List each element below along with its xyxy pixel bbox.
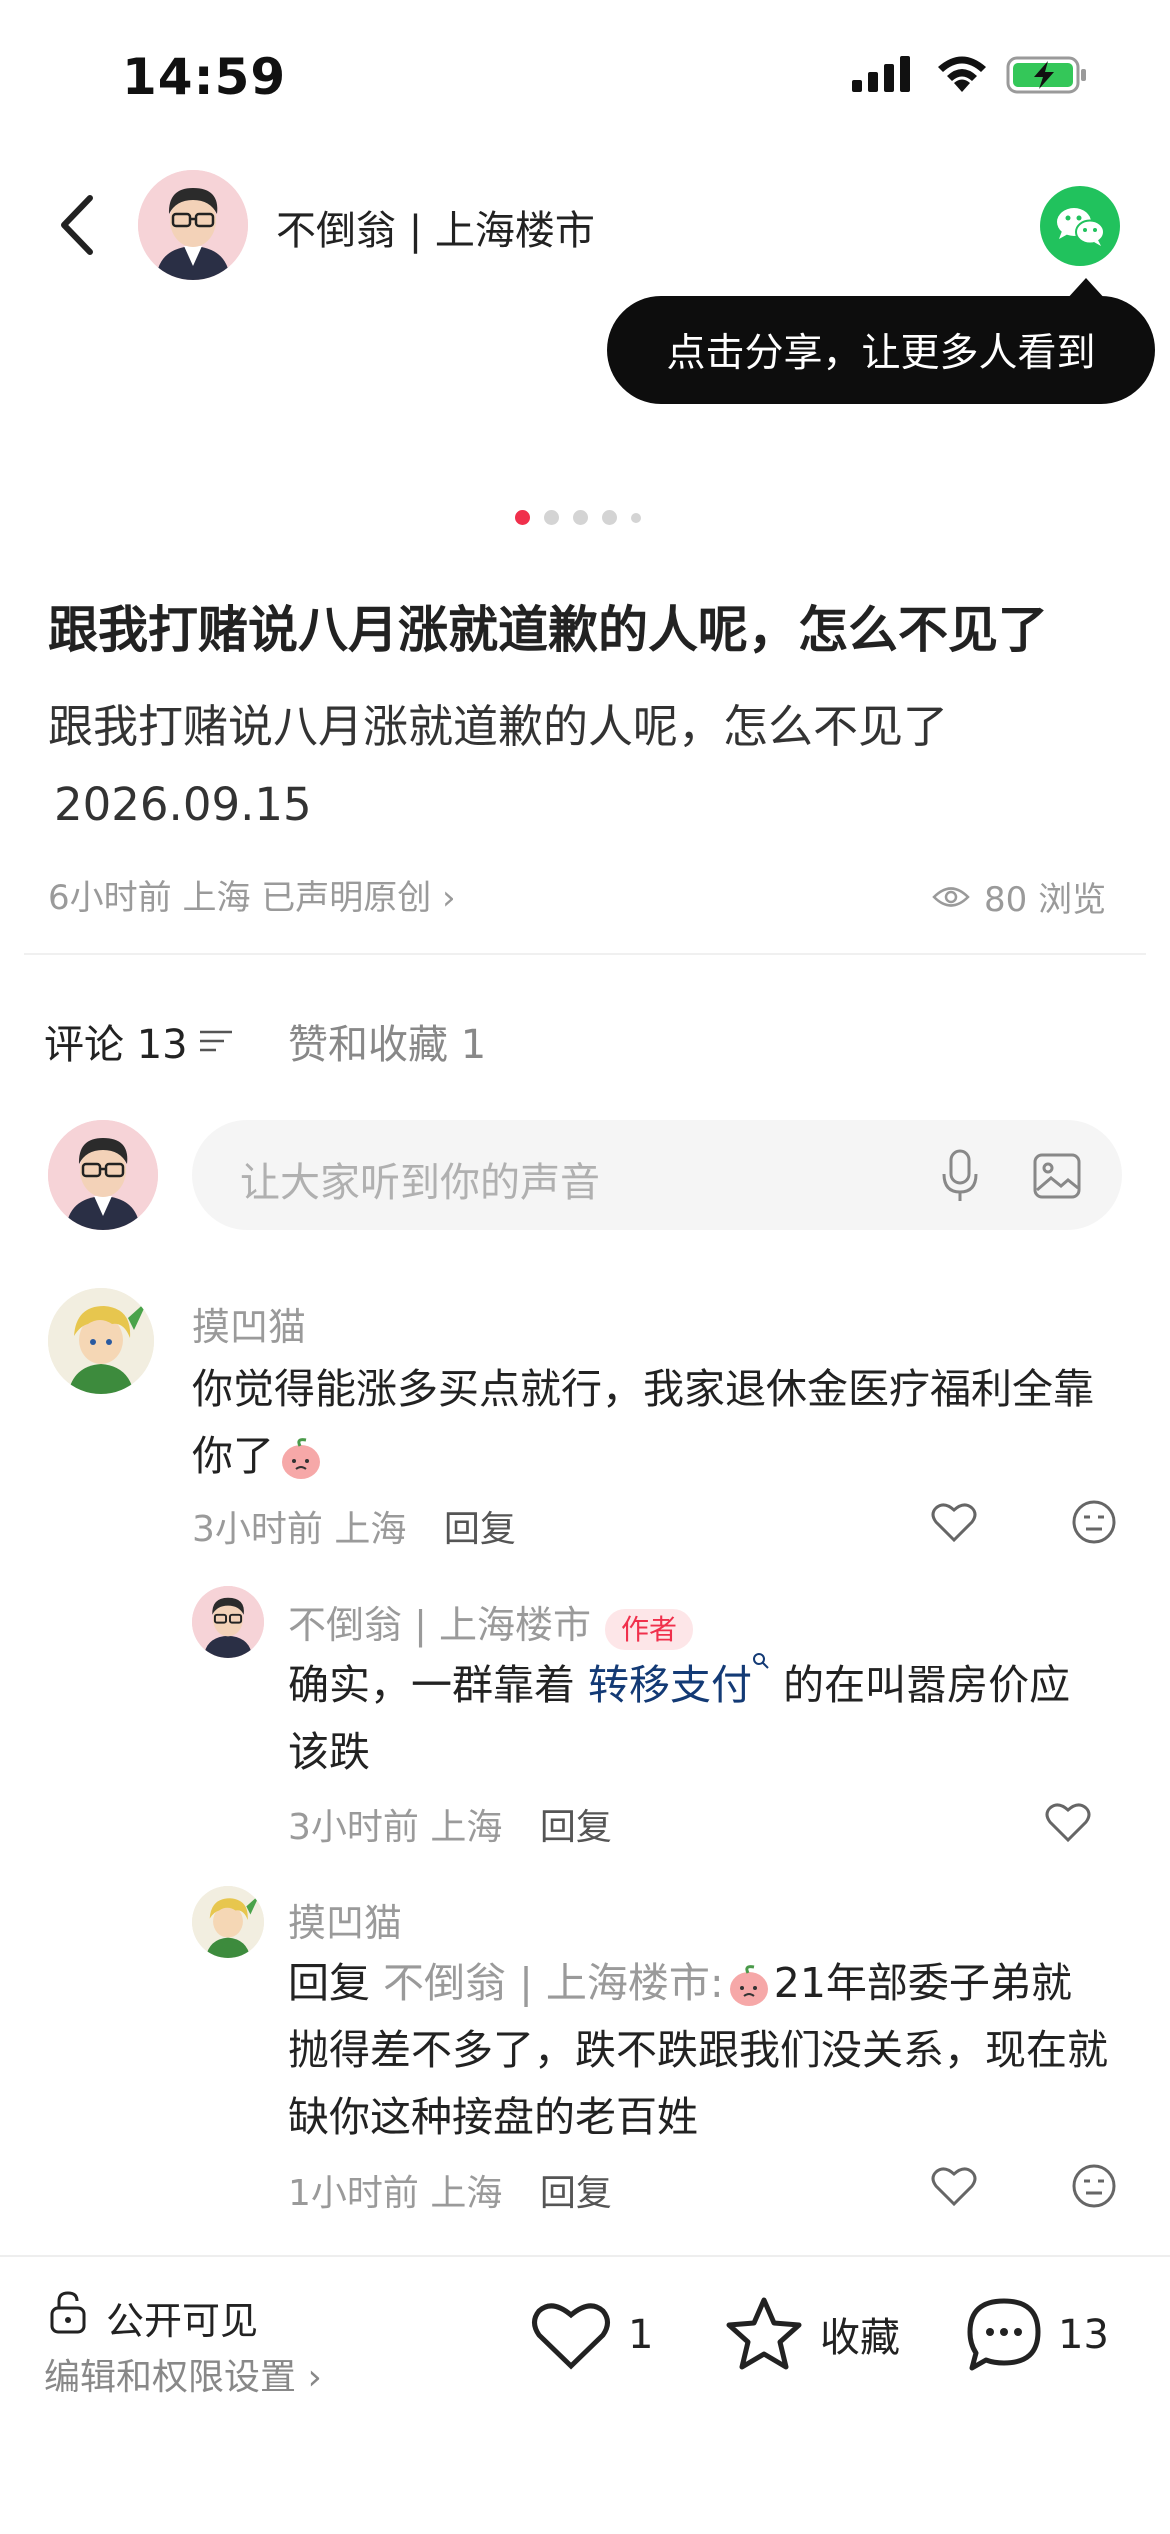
like-count: 1	[628, 2312, 654, 2358]
image-icon[interactable]	[1032, 1152, 1082, 1200]
reply-text-line: 抛得差不多了，跌不跌跟我们没关系，现在就	[288, 2026, 1108, 2074]
signal-icon	[852, 56, 910, 92]
comment-meta: 3小时前 上海 回复	[192, 1500, 516, 1552]
reply-avatar-image	[192, 1586, 264, 1658]
commenter-avatar-image	[48, 1288, 154, 1394]
pager-dot	[573, 510, 588, 525]
reply-avatar[interactable]	[192, 1586, 264, 1658]
comment-bubble-icon	[967, 2298, 1041, 2371]
reply-author[interactable]: 不倒翁 | 上海楼市 作者	[288, 1594, 693, 1650]
image-pager	[515, 510, 641, 525]
tab-comments[interactable]: 评论 13	[44, 1012, 234, 1070]
my-avatar-image	[48, 1120, 158, 1230]
heart-icon	[532, 2303, 610, 2370]
author-avatar[interactable]	[138, 170, 248, 280]
post-body-line: 跟我打赌说八月涨就道歉的人呢，怎么不见了	[48, 700, 949, 753]
pager-dot	[631, 512, 641, 523]
reply-text: 回复 不倒翁 | 上海楼市: 21年部委子弟就 抛得差不多了，跌不跌跟我们没关系，…	[288, 1950, 1128, 2151]
reply-avatar-image	[192, 1886, 264, 1958]
dislike-face-icon[interactable]	[1070, 2162, 1118, 2210]
reply-button[interactable]: 回复	[444, 1509, 516, 1550]
comment-text-line: 你觉得能涨多买点就行，我家退休金医疗福利全靠	[192, 1365, 1094, 1413]
reply-button[interactable]: 回复	[540, 1807, 612, 1848]
reply-button[interactable]: 回复	[540, 2173, 612, 2214]
peach-emoji-icon	[729, 1965, 768, 2006]
commenter-avatar[interactable]	[48, 1288, 154, 1394]
reply-time: 1小时前 上海	[288, 2173, 503, 2214]
wifi-icon	[938, 56, 986, 92]
lock-open-icon	[50, 2291, 86, 2334]
comment-author[interactable]: 摸凹猫	[192, 1296, 306, 1351]
author-name[interactable]: 不倒翁 | 上海楼市	[276, 198, 595, 256]
reply-text-line: 缺你这种接盘的老百姓	[288, 2093, 698, 2141]
post-body: 跟我打赌说八月涨就道歉的人呢，怎么不见了 2026.09.15	[48, 688, 948, 844]
comment-text: 你觉得能涨多买点就行，我家退休金医疗福利全靠 你了	[192, 1356, 1122, 1490]
reply-text-line: 该跌	[288, 1728, 370, 1776]
topic-link[interactable]: 转移支付	[588, 1653, 770, 1709]
heart-icon[interactable]	[930, 2164, 978, 2208]
comment-time: 3小时前 上海	[192, 1509, 407, 1550]
tab-likes-collects[interactable]: 赞和收藏 1	[288, 1012, 486, 1070]
collect-label: 收藏	[820, 2315, 900, 2361]
pager-dot	[544, 510, 559, 525]
author-avatar-image	[138, 170, 248, 280]
reply-meta: 3小时前 上海 回复	[288, 1798, 612, 1850]
reply-text-fragment: 确实，一群靠着	[288, 1661, 575, 1709]
peach-emoji-icon	[282, 1438, 320, 1479]
reply-avatar[interactable]	[192, 1886, 264, 1958]
reply-text-line: 回复 不倒翁 | 上海楼市: 21年部委子弟就	[288, 1950, 1128, 2017]
comment-text-line: 你了	[192, 1423, 1122, 1490]
comment-text-fragment: 你了	[192, 1432, 274, 1480]
view-count-text: 80 浏览	[984, 880, 1107, 920]
comment-count: 13	[1058, 2312, 1109, 2358]
divider	[24, 953, 1146, 955]
eye-icon	[932, 886, 970, 907]
like-button[interactable]: 1	[530, 2298, 653, 2372]
reply-text-fragment: 21年部委子弟就	[773, 1959, 1072, 2007]
visibility-label: 公开可见	[106, 2299, 259, 2343]
topic-link-label: 转移支付	[588, 1661, 753, 1709]
reply-time: 3小时前 上海	[288, 1807, 503, 1848]
battery-charging-icon	[1006, 56, 1086, 94]
share-tooltip[interactable]: 点击分享，让更多人看到	[607, 296, 1155, 404]
reply-author[interactable]: 摸凹猫	[288, 1892, 402, 1947]
search-icon	[753, 1653, 769, 1669]
wechat-icon	[1057, 208, 1105, 246]
reply-text: 确实，一群靠着 转移支付 的在叫嚣房价应 该跌	[288, 1652, 1118, 1786]
tab-comments-label: 评论 13	[44, 1022, 188, 1068]
reply-prefix: 回复	[288, 1959, 370, 2007]
my-avatar	[48, 1120, 158, 1230]
author-badge: 作者	[604, 1608, 693, 1650]
collect-button[interactable]: 收藏	[724, 2296, 900, 2372]
status-time: 14:59	[122, 48, 287, 106]
star-icon	[726, 2297, 802, 2370]
wechat-share-button[interactable]	[1040, 186, 1120, 266]
microphone-icon[interactable]	[940, 1148, 980, 1204]
back-arrow-icon[interactable]	[50, 190, 110, 260]
dislike-face-icon[interactable]	[1070, 1498, 1118, 1546]
reply-meta: 1小时前 上海 回复	[288, 2164, 612, 2216]
heart-icon[interactable]	[1044, 1800, 1092, 1844]
reply-author-name: 不倒翁 | 上海楼市	[288, 1603, 591, 1647]
reply-to-user[interactable]: 不倒翁 | 上海楼市:	[383, 1959, 724, 2007]
pager-dot-active	[515, 510, 530, 525]
pager-dot	[602, 510, 617, 525]
edit-permissions-link[interactable]: 编辑和权限设置 ›	[44, 2348, 322, 2400]
reply-text-line: 确实，一群靠着 转移支付 的在叫嚣房价应	[288, 1652, 1118, 1719]
comment-button[interactable]: 13	[964, 2296, 1109, 2374]
view-count: 80 浏览	[932, 872, 1106, 921]
sort-icon[interactable]	[198, 1026, 234, 1056]
post-meta[interactable]: 6小时前 上海 已声明原创 ›	[48, 870, 456, 919]
post-body-date: 2026.09.15	[54, 778, 312, 831]
post-title: 跟我打赌说八月涨就道歉的人呢，怎么不见了	[48, 601, 1048, 659]
comment-input-placeholder: 让大家听到你的声音	[240, 1160, 600, 1206]
heart-icon[interactable]	[930, 1500, 978, 1544]
reply-text-fragment: 的在叫嚣房价应	[783, 1661, 1071, 1709]
